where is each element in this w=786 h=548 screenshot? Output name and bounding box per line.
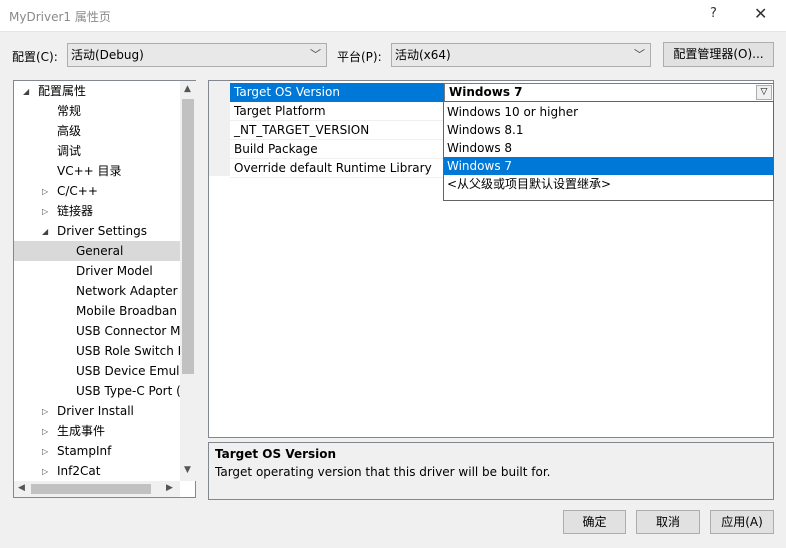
tree-item-label: Network Adapter <box>76 281 178 301</box>
tree-item-label: VC++ 目录 <box>57 161 122 181</box>
tree-item[interactable]: USB Connector M <box>14 321 180 341</box>
tree-item[interactable]: Network Adapter <box>14 281 180 301</box>
property-name: Target Platform <box>234 102 444 121</box>
config-select[interactable]: 活动(Debug) ﹀ <box>67 43 327 67</box>
property-value: Windows 7 <box>449 85 522 99</box>
grid-margin <box>209 81 230 176</box>
tree-item[interactable]: ▷ 生成事件 <box>14 421 180 441</box>
collapsed-icon[interactable]: ▷ <box>42 182 48 201</box>
tree-item[interactable]: Driver Model <box>14 261 180 281</box>
scroll-left-icon[interactable]: ◀ <box>18 483 25 493</box>
tree-item-label: 链接器 <box>57 201 93 221</box>
tree-item-label: USB Type-C Port ( <box>76 381 180 401</box>
tree-item[interactable]: General <box>14 241 180 261</box>
config-select-value: 活动(Debug) <box>71 48 144 62</box>
ok-button[interactable]: 确定 <box>563 510 626 534</box>
tree-item-label: 生成事件 <box>57 421 105 441</box>
chevron-down-icon: ﹀ <box>310 44 321 66</box>
scroll-up-icon[interactable]: ▲ <box>184 84 191 94</box>
tree-item-label: 配置属性 <box>38 81 86 101</box>
tree-item-label: USB Connector M <box>76 321 180 341</box>
close-button[interactable]: ✕ <box>754 4 767 23</box>
tree-item-label: Inf2Cat <box>57 461 100 481</box>
scroll-down-icon[interactable]: ▼ <box>184 465 191 475</box>
tree-vertical-scrollbar[interactable]: ▲ ▼ <box>180 81 196 481</box>
tree-item[interactable]: ◢ 配置属性 <box>14 81 180 101</box>
window-title: MyDriver1 属性页 <box>9 8 111 25</box>
property-name: Target OS Version <box>230 83 444 102</box>
dropdown-option[interactable]: Windows 8.1 <box>444 121 773 139</box>
platform-label: 平台(P): <box>337 48 382 65</box>
chevron-down-icon[interactable]: ▽ <box>756 85 772 100</box>
tree-item-label: StampInf <box>57 441 111 461</box>
tree-item-label: 高级 <box>57 121 81 141</box>
description-title: Target OS Version <box>215 447 336 461</box>
collapsed-icon[interactable]: ▷ <box>42 462 48 481</box>
expanded-icon[interactable]: ◢ <box>42 222 48 241</box>
tree-item-label: USB Device Emula <box>76 361 180 381</box>
collapsed-icon[interactable]: ▷ <box>42 442 48 461</box>
config-manager-button[interactable]: 配置管理器(O)... <box>663 42 774 67</box>
property-row[interactable]: Target OS Version Windows 7 ▽ <box>230 83 773 102</box>
tree-item[interactable]: 常规 <box>14 101 180 121</box>
tree-item[interactable]: USB Type-C Port ( <box>14 381 180 401</box>
tree-horizontal-scrollbar[interactable]: ◀ ▶ <box>14 481 180 497</box>
collapsed-icon[interactable]: ▷ <box>42 422 48 441</box>
tree-item[interactable]: ▷ 链接器 <box>14 201 180 221</box>
expanded-icon[interactable]: ◢ <box>23 82 29 101</box>
target-os-dropdown-list[interactable]: Windows 10 or higherWindows 8.1Windows 8… <box>443 101 774 201</box>
property-value-select[interactable]: Windows 7 ▽ <box>444 83 774 102</box>
tree-item[interactable]: Mobile Broadban <box>14 301 180 321</box>
tree-item[interactable]: ▷ C/C++ <box>14 181 180 201</box>
apply-button[interactable]: 应用(A) <box>710 510 774 534</box>
tree-item[interactable]: USB Device Emula <box>14 361 180 381</box>
collapsed-icon[interactable]: ▷ <box>42 202 48 221</box>
tree-item-label: USB Role Switch D <box>76 341 180 361</box>
tree-item[interactable]: ▷ StampInf <box>14 441 180 461</box>
tree-item[interactable]: ◢ Driver Settings <box>14 221 180 241</box>
config-label: 配置(C): <box>12 48 58 65</box>
tree-hscroll-thumb[interactable] <box>31 484 151 494</box>
tree-item-label: Driver Install <box>57 401 134 421</box>
platform-select[interactable]: 活动(x64) ﹀ <box>391 43 651 67</box>
cancel-button[interactable]: 取消 <box>636 510 700 534</box>
help-button[interactable]: ? <box>710 6 717 21</box>
dropdown-option[interactable]: <从父级或项目默认设置继承> <box>444 175 773 193</box>
tree-vscroll-thumb[interactable] <box>182 99 194 374</box>
platform-select-value: 活动(x64) <box>395 48 451 62</box>
tree-item-label: Driver Model <box>76 261 153 281</box>
tree-item-label: General <box>76 241 123 261</box>
tree-item[interactable]: VC++ 目录 <box>14 161 180 181</box>
tree-item-label: C/C++ <box>57 181 98 201</box>
property-name: Build Package <box>234 140 444 159</box>
collapsed-icon[interactable]: ▷ <box>42 402 48 421</box>
property-tree[interactable]: ◢ 配置属性常规高级调试VC++ 目录 ▷ C/C++ ▷ 链接器 ◢ Driver Sett… <box>13 80 196 498</box>
description-panel: Target OS Version Target operating versi… <box>208 442 774 500</box>
property-name: _NT_TARGET_VERSION <box>234 121 444 140</box>
dropdown-option[interactable]: Windows 10 or higher <box>444 103 773 121</box>
dropdown-option[interactable]: Windows 8 <box>444 139 773 157</box>
chevron-down-icon: ﹀ <box>634 44 645 66</box>
tree-item-label: 常规 <box>57 101 81 121</box>
tree-item-label: Mobile Broadban <box>76 301 177 321</box>
tree-item-label: 调试 <box>57 141 81 161</box>
tree-item[interactable]: USB Role Switch D <box>14 341 180 361</box>
property-name: Override default Runtime Library <box>234 159 444 178</box>
scroll-right-icon[interactable]: ▶ <box>166 483 173 493</box>
tree-item[interactable]: ▷ Inf2Cat <box>14 461 180 481</box>
tree-item[interactable]: 高级 <box>14 121 180 141</box>
tree-item-label: Driver Settings <box>57 221 147 241</box>
title-bar: MyDriver1 属性页 ? ✕ <box>0 0 786 32</box>
dropdown-option[interactable]: Windows 7 <box>444 157 773 175</box>
tree-item[interactable]: ▷ Driver Install <box>14 401 180 421</box>
tree-item[interactable]: 调试 <box>14 141 180 161</box>
description-text: Target operating version that this drive… <box>215 465 551 479</box>
